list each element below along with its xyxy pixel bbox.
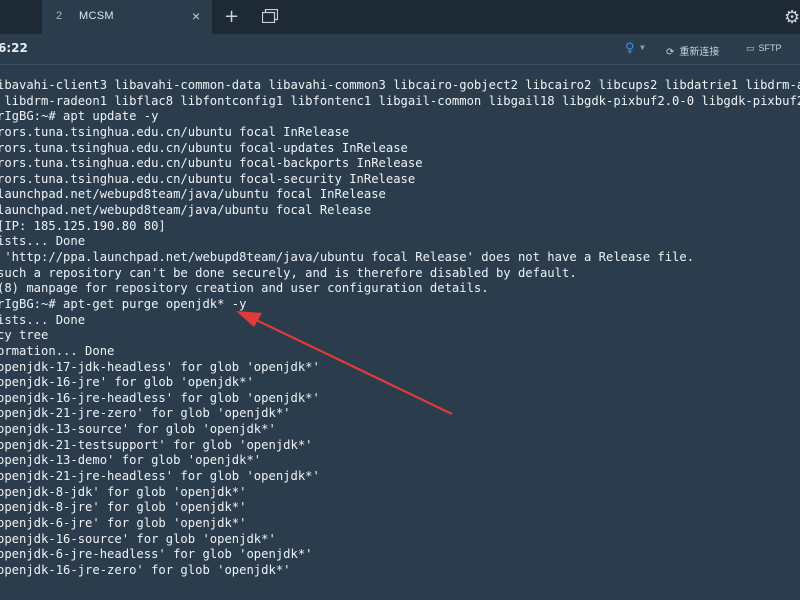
terminal-line: launchpad.net/webupd8team/java/ubuntu fo… — [0, 203, 372, 218]
session-toolbar: 6:22 ♀ ▼ ⟳ 重新连接 ▭ SFTP — [0, 34, 800, 65]
tab-index: 2 — [56, 10, 63, 22]
terminal-line: [IP: 185.125.190.80 80] — [0, 218, 166, 233]
session-time: 6:22 — [0, 41, 28, 55]
terminal-line: ibavahi-client3 libavahi-common-data lib… — [0, 78, 800, 92]
terminal-line: cy tree — [0, 328, 49, 343]
terminal-line: rors.tuna.tsinghua.edu.cn/ubuntu focal-b… — [0, 156, 423, 171]
terminal-line: openjdk-13-demo' for glob 'openjdk*' — [0, 453, 262, 468]
duplicate-tab-icon[interactable] — [261, 8, 279, 27]
terminal-line: openjdk-21-testsupport' for glob 'openjd… — [0, 437, 313, 452]
terminal-line: openjdk-21-jre-zero' for glob 'openjdk*' — [0, 406, 291, 421]
tab-title: MCSM — [79, 10, 114, 22]
terminal-line: openjdk-16-jre-headless' for glob 'openj… — [0, 390, 320, 405]
terminal-line: launchpad.net/webupd8team/java/ubuntu fo… — [0, 187, 386, 202]
terminal-line: openjdk-21-jre-headless' for glob 'openj… — [0, 469, 320, 484]
reconnect-button[interactable]: ⟳ 重新连接 — [666, 43, 719, 58]
folder-icon: ▭ — [746, 43, 755, 53]
reconnect-icon: ⟳ — [666, 47, 675, 58]
terminal-line: openjdk-16-source' for glob 'openjdk*' — [0, 531, 276, 546]
terminal-line: rIgBG:~# apt update -y — [0, 109, 159, 124]
sftp-label: SFTP — [758, 43, 782, 53]
terminal-line: rors.tuna.tsinghua.edu.cn/ubuntu focal-s… — [0, 171, 416, 186]
gear-icon[interactable]: ⚙ — [784, 7, 800, 28]
plus-icon[interactable]: + — [224, 6, 239, 27]
terminal-line: 'http://ppa.launchpad.net/webupd8team/ja… — [0, 250, 695, 265]
terminal-line: openjdk-16-jre-zero' for glob 'openjdk*' — [0, 562, 291, 577]
terminal-line: openjdk-16-jre' for glob 'openjdk*' — [0, 375, 254, 390]
reconnect-label: 重新连接 — [679, 47, 720, 58]
tab-bar: 2 MCSM × + ⚙ — [0, 0, 800, 34]
terminal-line: openjdk-8-jre' for glob 'openjdk*' — [0, 500, 247, 515]
terminal-output[interactable]: ibavahi-client3 libavahi-common-data lib… — [0, 78, 800, 598]
terminal-line: such a repository can't be done securely… — [0, 265, 577, 280]
terminal-line: rIgBG:~# apt-get purge openjdk* -y — [0, 296, 247, 311]
tab-mcsm[interactable]: 2 MCSM × — [42, 0, 212, 34]
chevron-down-icon[interactable]: ▼ — [640, 43, 645, 52]
terminal-line: libdrm-radeon1 libflac8 libfontconfig1 l… — [0, 93, 800, 108]
terminal-line: ists... Done — [0, 312, 86, 327]
terminal-line: openjdk-6-jre' for glob 'openjdk*' — [0, 515, 247, 530]
lightbulb-icon[interactable]: ♀ — [625, 41, 635, 56]
terminal-line: openjdk-13-source' for glob 'openjdk*' — [0, 422, 276, 437]
terminal-line: rors.tuna.tsinghua.edu.cn/ubuntu focal-u… — [0, 140, 408, 155]
terminal-line: openjdk-17-jdk-headless' for glob 'openj… — [0, 359, 320, 374]
terminal-line: (8) manpage for repository creation and … — [0, 281, 489, 296]
terminal-line: openjdk-8-jdk' for glob 'openjdk*' — [0, 484, 247, 499]
terminal-line: openjdk-6-jre-headless' for glob 'openjd… — [0, 547, 313, 562]
sftp-button[interactable]: ▭ SFTP — [746, 43, 782, 54]
terminal-line: rors.tuna.tsinghua.edu.cn/ubuntu focal I… — [0, 124, 350, 139]
terminal-line: ists... Done — [0, 234, 86, 249]
close-icon[interactable]: × — [192, 8, 200, 24]
terminal-line: ormation... Done — [0, 343, 115, 358]
